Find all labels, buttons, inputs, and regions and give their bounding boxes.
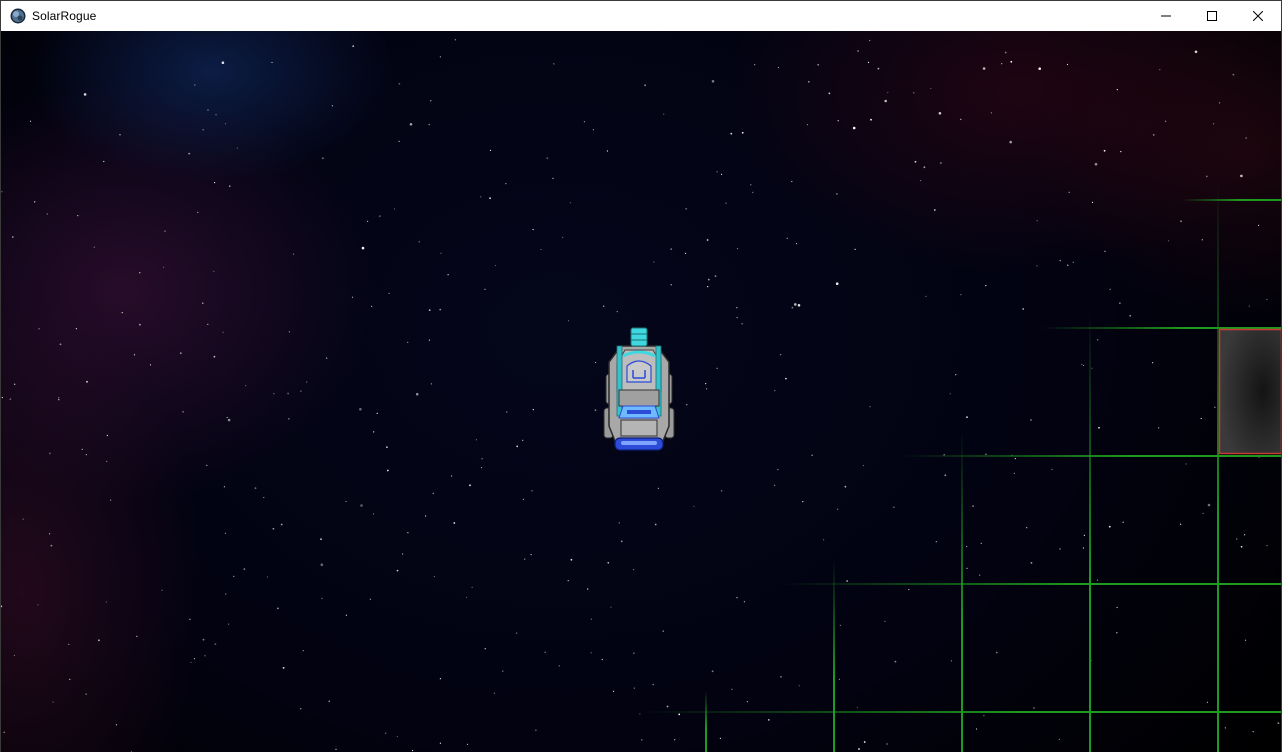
grid-line bbox=[833, 561, 835, 752]
player-ship[interactable] bbox=[599, 326, 679, 456]
game-window: SolarRogue bbox=[0, 0, 1282, 752]
close-button[interactable] bbox=[1235, 1, 1281, 31]
grid-line bbox=[705, 691, 707, 752]
game-viewport[interactable] bbox=[1, 31, 1281, 752]
grid-line bbox=[1217, 181, 1219, 752]
highlighted-grid-cell[interactable] bbox=[1218, 328, 1282, 455]
title-bar[interactable]: SolarRogue bbox=[1, 1, 1281, 31]
solarrogue-planet-icon bbox=[10, 8, 26, 24]
window-controls bbox=[1143, 1, 1281, 31]
maximize-icon bbox=[1207, 11, 1217, 21]
minimize-button[interactable] bbox=[1143, 1, 1189, 31]
grid-line bbox=[781, 583, 1281, 585]
maximize-button[interactable] bbox=[1189, 1, 1235, 31]
grid-line bbox=[961, 431, 963, 752]
close-icon bbox=[1253, 11, 1263, 21]
grid-line bbox=[1041, 327, 1281, 329]
window-title: SolarRogue bbox=[32, 9, 97, 23]
grid-line bbox=[1089, 311, 1091, 752]
grid-line bbox=[1181, 199, 1281, 201]
minimize-icon bbox=[1161, 15, 1171, 17]
